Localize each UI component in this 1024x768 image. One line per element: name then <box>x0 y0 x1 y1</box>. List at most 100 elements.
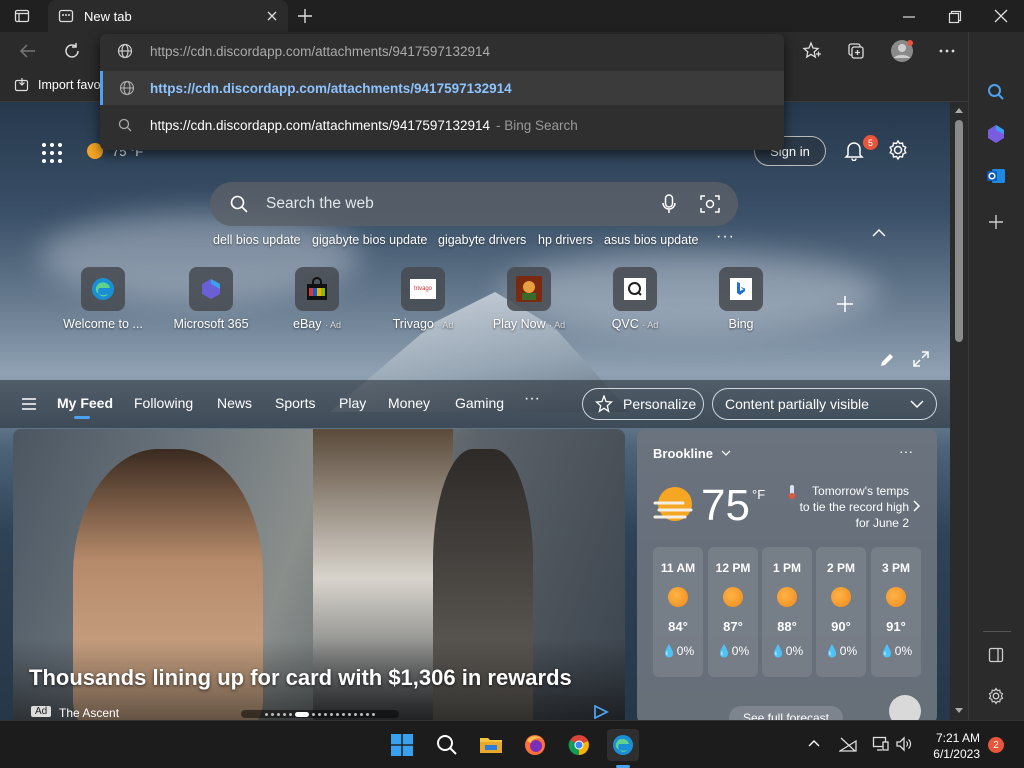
tab-money[interactable]: Money <box>388 395 430 411</box>
import-favorites-button[interactable]: Import favo <box>14 77 101 93</box>
quick-link-qvc[interactable]: QVC · Ad <box>585 267 685 331</box>
hero-news-card[interactable]: Thousands lining up for card with $1,306… <box>13 429 625 720</box>
refresh-icon[interactable] <box>63 42 81 60</box>
tab-sports[interactable]: Sports <box>275 395 315 411</box>
scrollbar-thumb[interactable] <box>955 120 963 342</box>
chevron-down-icon <box>721 450 731 457</box>
sidebar-microsoft-365-icon[interactable] <box>984 122 1008 146</box>
close-tab-icon[interactable] <box>266 10 278 22</box>
trending-search[interactable]: asus bios update <box>604 233 699 247</box>
see-full-forecast-button[interactable]: See full forecast <box>729 706 843 720</box>
adchoices-icon[interactable] <box>593 705 609 719</box>
more-tabs-icon[interactable]: ··· <box>524 390 540 408</box>
bing-icon <box>719 267 763 311</box>
notifications-bell-icon[interactable] <box>843 139 865 161</box>
weather-location-selector[interactable]: Brookline <box>653 446 731 461</box>
firefox-icon[interactable] <box>519 729 551 761</box>
sidebar-settings-icon[interactable] <box>984 684 1008 708</box>
quick-link-label: Trivago <box>392 317 434 331</box>
sidebar-add-icon[interactable] <box>984 210 1008 234</box>
trending-search[interactable]: gigabyte drivers <box>438 233 526 247</box>
scroll-up-arrow-icon[interactable] <box>955 108 963 113</box>
quick-link-microsoft-365[interactable]: Microsoft 365 <box>161 267 261 331</box>
trending-search[interactable]: gigabyte bios update <box>312 233 427 247</box>
ebay-bag-icon <box>295 267 339 311</box>
restore-icon[interactable] <box>948 10 962 24</box>
hero-headline[interactable]: Thousands lining up for card with $1,306… <box>29 665 572 691</box>
hourly-forecast: 3 PM 91° 💧0% <box>871 547 921 677</box>
feedback-avatar[interactable] <box>889 695 921 720</box>
collections-icon[interactable] <box>846 41 866 61</box>
collapse-chevron-icon[interactable] <box>872 228 886 238</box>
notification-center-badge[interactable]: 2 <box>988 737 1004 753</box>
file-explorer-icon[interactable] <box>475 729 507 761</box>
display-icon[interactable] <box>872 736 890 752</box>
trending-search[interactable]: dell bios update <box>213 233 301 247</box>
quick-link-play-now[interactable]: Play Now · Ad <box>479 267 579 331</box>
sidebar-search-icon[interactable] <box>984 80 1008 104</box>
scroll-down-arrow-icon[interactable] <box>955 708 963 713</box>
volume-icon[interactable] <box>896 736 912 752</box>
network-disconnected-icon[interactable] <box>839 736 857 752</box>
omnibox-suggestion-url[interactable]: https://cdn.discordapp.com/attachments/9… <box>100 71 784 105</box>
visual-search-icon[interactable] <box>700 194 720 214</box>
tab-news[interactable]: News <box>217 395 252 411</box>
weather-more-icon[interactable]: ··· <box>899 443 913 459</box>
hour-temp: 84° <box>668 619 688 634</box>
quick-link-ebay[interactable]: eBay · Ad <box>267 267 367 331</box>
edge-taskbar-icon[interactable] <box>607 729 639 761</box>
weather-card[interactable]: Brookline ··· 75 °F Tomorrow's temps to … <box>637 429 937 720</box>
new-tab-icon[interactable] <box>297 8 313 24</box>
apps-launcher-icon[interactable] <box>41 142 63 164</box>
taskbar-search-icon[interactable] <box>431 729 463 761</box>
quick-link-label: Play Now <box>492 317 546 331</box>
sidebar-outlook-icon[interactable] <box>984 164 1008 188</box>
hour-precip: 0% <box>894 644 913 658</box>
page-scrollbar[interactable] <box>950 102 968 720</box>
clock[interactable]: 7:21 AM 6/1/2023 <box>920 730 980 762</box>
suggestion-prefix: https:// <box>150 80 195 96</box>
close-window-icon[interactable] <box>994 9 1008 23</box>
omnibox-suggestion-search[interactable]: https://cdn.discordapp.com/attachments/9… <box>100 108 784 142</box>
more-icon[interactable] <box>938 42 956 60</box>
expand-icon[interactable] <box>913 351 929 367</box>
content-visibility-dropdown[interactable]: Content partially visible <box>712 388 937 420</box>
chrome-icon[interactable] <box>563 729 595 761</box>
address-input[interactable]: https://cdn.discordapp.com/attachments/9… <box>100 34 784 68</box>
import-icon <box>14 77 30 93</box>
hamburger-menu-icon[interactable] <box>21 397 37 411</box>
raindrop-icon: 💧 <box>661 644 677 658</box>
quick-link-bing[interactable]: Bing <box>691 267 791 331</box>
new-tab-page-icon <box>58 8 74 24</box>
tab-following[interactable]: Following <box>134 395 193 411</box>
trending-search[interactable]: hp drivers <box>538 233 593 247</box>
edit-background-icon[interactable] <box>879 352 895 368</box>
tab-new-tab[interactable]: New tab <box>48 0 288 32</box>
weather-note[interactable]: Tomorrow's temps to tie the record high … <box>789 483 909 531</box>
minimize-icon[interactable] <box>902 10 916 24</box>
personalize-button[interactable]: Personalize <box>582 388 704 420</box>
chevron-right-icon[interactable] <box>913 500 921 512</box>
back-icon[interactable] <box>19 43 37 59</box>
quick-link-label: QVC <box>611 317 639 331</box>
more-trending-icon[interactable]: ··· <box>716 228 735 246</box>
tab-gaming[interactable]: Gaming <box>455 395 504 411</box>
quick-link-welcome[interactable]: Welcome to ... <box>53 267 153 331</box>
current-temperature: 75 <box>701 481 750 530</box>
tab-actions-icon[interactable] <box>14 8 30 24</box>
windows-start-icon[interactable] <box>386 729 418 761</box>
web-search-box[interactable]: Search the web <box>210 182 738 226</box>
microphone-icon[interactable] <box>662 194 676 214</box>
show-hidden-icons-chevron-icon[interactable] <box>808 739 820 747</box>
notification-badge: 5 <box>863 135 878 150</box>
add-quick-link-icon[interactable] <box>836 295 854 313</box>
tab-my-feed[interactable]: My Feed <box>57 395 113 411</box>
carousel-dots[interactable] <box>241 710 399 718</box>
page-settings-icon[interactable] <box>887 139 909 161</box>
windows-taskbar: 7:21 AM 6/1/2023 2 <box>0 720 1024 768</box>
favorites-icon[interactable] <box>802 41 822 61</box>
profile-avatar[interactable] <box>890 39 914 63</box>
sidebar-layout-icon[interactable] <box>984 643 1008 667</box>
tab-play[interactable]: Play <box>339 395 366 411</box>
quick-link-trivago[interactable]: trivago Trivago · Ad <box>373 267 473 331</box>
